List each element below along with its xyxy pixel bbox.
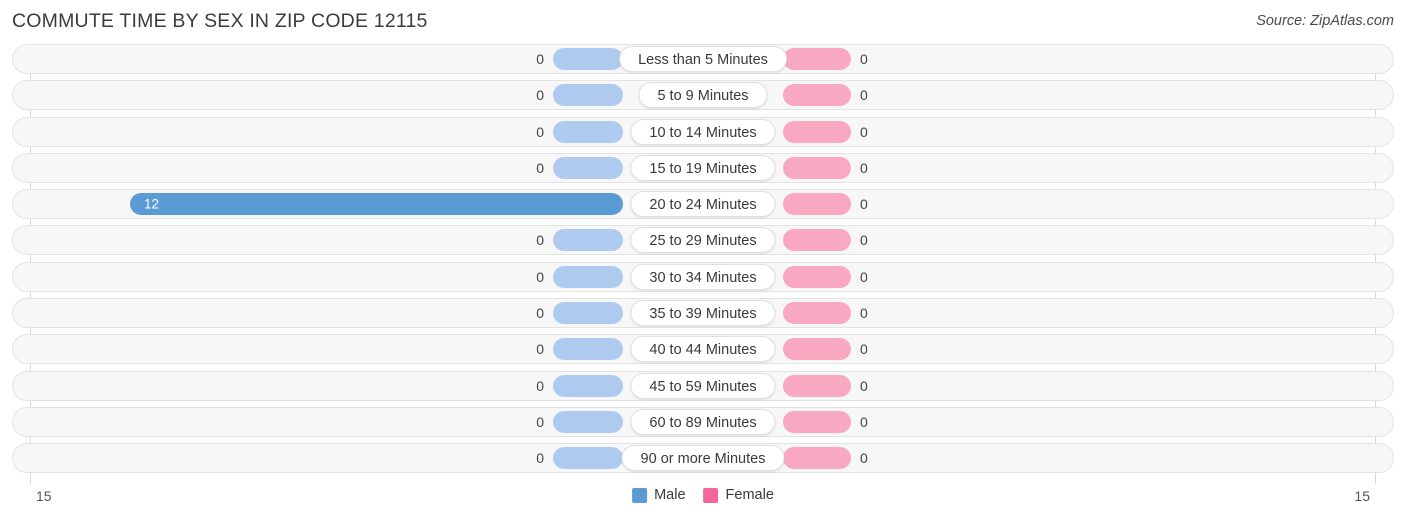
bar-female-value: 0 <box>860 196 868 213</box>
bar-male[interactable] <box>553 120 623 143</box>
chart-footer: 15 15 Male Female <box>0 484 1406 516</box>
bar-female-value: 0 <box>860 51 868 67</box>
category-label-pill[interactable]: 25 to 29 Minutes <box>630 227 776 254</box>
bar-male[interactable] <box>553 302 623 325</box>
category-label-pill[interactable]: 60 to 89 Minutes <box>630 408 776 435</box>
bar-male[interactable] <box>553 265 623 288</box>
bar-row[interactable]: 0 0 40 to 44 Minutes <box>0 334 1406 365</box>
bar-row[interactable]: 0 0 5 to 9 Minutes <box>0 80 1406 111</box>
bar-row[interactable]: 0 0 15 to 19 Minutes <box>0 152 1406 183</box>
category-label-pill[interactable]: Less than 5 Minutes <box>619 46 787 72</box>
bar-male-value: 0 <box>536 159 544 176</box>
bar-male[interactable]: 12 <box>130 193 623 216</box>
bar-male[interactable] <box>553 229 623 252</box>
category-label-pill[interactable]: 35 to 39 Minutes <box>630 300 776 327</box>
legend-item[interactable]: Female <box>703 487 774 503</box>
source-attribution: Source: ZipAtlas.com <box>1256 13 1394 29</box>
bar-female[interactable] <box>783 410 851 433</box>
bar-male[interactable] <box>553 156 623 179</box>
bar-female[interactable] <box>783 302 851 325</box>
category-label-pill[interactable]: 45 to 59 Minutes <box>630 372 776 399</box>
bar-male-value-inside: 12 <box>144 196 160 212</box>
bar-row[interactable]: 0 0 10 to 14 Minutes <box>0 116 1406 147</box>
category-label-pill[interactable]: 90 or more Minutes <box>621 445 785 472</box>
category-label-pill[interactable]: 10 to 14 Minutes <box>630 118 776 145</box>
bar-female-value: 0 <box>860 341 868 358</box>
bar-male-value: 0 <box>536 51 544 67</box>
bar-male-value: 0 <box>536 377 544 394</box>
chart-legend: Male Female <box>632 487 774 503</box>
bar-female[interactable] <box>783 84 851 107</box>
page-title: COMMUTE TIME BY SEX IN ZIP CODE 12115 <box>12 10 428 32</box>
axis-tick-left: 15 <box>36 488 52 504</box>
bar-female-value: 0 <box>860 87 868 104</box>
bar-female-value: 0 <box>860 450 868 467</box>
bar-female[interactable] <box>783 48 851 70</box>
bar-female-value: 0 <box>860 159 868 176</box>
category-label-pill[interactable]: 5 to 9 Minutes <box>638 82 768 109</box>
bar-male[interactable] <box>553 48 623 70</box>
legend-swatch-icon <box>632 487 648 503</box>
bar-female-value: 0 <box>860 232 868 249</box>
bar-male[interactable] <box>553 410 623 433</box>
bar-female[interactable] <box>783 156 851 179</box>
category-label-pill[interactable]: 15 to 19 Minutes <box>630 154 776 181</box>
legend-label: Male <box>654 487 686 503</box>
bar-male[interactable] <box>553 374 623 397</box>
legend-label: Female <box>725 487 774 503</box>
bar-female-value: 0 <box>860 268 868 285</box>
category-label-pill[interactable]: 20 to 24 Minutes <box>630 191 776 218</box>
bar-female[interactable] <box>783 120 851 143</box>
chart-plot-area: 0 0 Less than 5 Minutes 0 0 5 to 9 Minutes 0 0 1… <box>0 44 1406 484</box>
bar-male-value: 0 <box>536 305 544 322</box>
bar-row[interactable]: 0 0 45 to 59 Minutes <box>0 370 1406 401</box>
bar-row[interactable]: 0 0 25 to 29 Minutes <box>0 225 1406 256</box>
bar-female[interactable] <box>783 265 851 288</box>
bar-male-value: 0 <box>536 232 544 249</box>
bar-male-value: 0 <box>536 413 544 430</box>
category-label-pill[interactable]: 40 to 44 Minutes <box>630 336 776 363</box>
bar-female-value: 0 <box>860 377 868 394</box>
bar-row[interactable]: 0 0 60 to 89 Minutes <box>0 406 1406 437</box>
bar-male-value: 0 <box>536 268 544 285</box>
bar-male-value: 0 <box>536 123 544 140</box>
bar-row[interactable]: 0 0 35 to 39 Minutes <box>0 298 1406 329</box>
bar-male[interactable] <box>553 338 623 361</box>
bar-male-value: 0 <box>536 450 544 467</box>
legend-swatch-icon <box>703 487 719 503</box>
bar-row[interactable]: 0 0 90 or more Minutes <box>0 443 1406 474</box>
bar-male-value: 0 <box>536 87 544 104</box>
bar-female[interactable] <box>783 338 851 361</box>
bar-female[interactable] <box>783 193 851 216</box>
bar-row[interactable]: 0 0 30 to 34 Minutes <box>0 261 1406 292</box>
bar-male[interactable] <box>553 84 623 107</box>
bar-female[interactable] <box>783 374 851 397</box>
legend-item[interactable]: Male <box>632 487 686 503</box>
bar-female[interactable] <box>783 447 851 470</box>
bar-female[interactable] <box>783 229 851 252</box>
bar-female-value: 0 <box>860 123 868 140</box>
chart-header: COMMUTE TIME BY SEX IN ZIP CODE 12115 So… <box>0 0 1406 40</box>
bar-row[interactable]: 0 0 Less than 5 Minutes <box>0 44 1406 74</box>
bar-female-value: 0 <box>860 305 868 322</box>
bar-rows-container: 0 0 Less than 5 Minutes 0 0 5 to 9 Minutes 0 0 1… <box>0 44 1406 480</box>
category-label-pill[interactable]: 30 to 34 Minutes <box>630 263 776 290</box>
axis-tick-right: 15 <box>1354 488 1370 504</box>
bar-female-value: 0 <box>860 413 868 430</box>
bar-row[interactable]: 12 0 20 to 24 Minutes <box>0 189 1406 220</box>
bar-male[interactable] <box>553 447 623 470</box>
bar-male-value: 0 <box>536 341 544 358</box>
